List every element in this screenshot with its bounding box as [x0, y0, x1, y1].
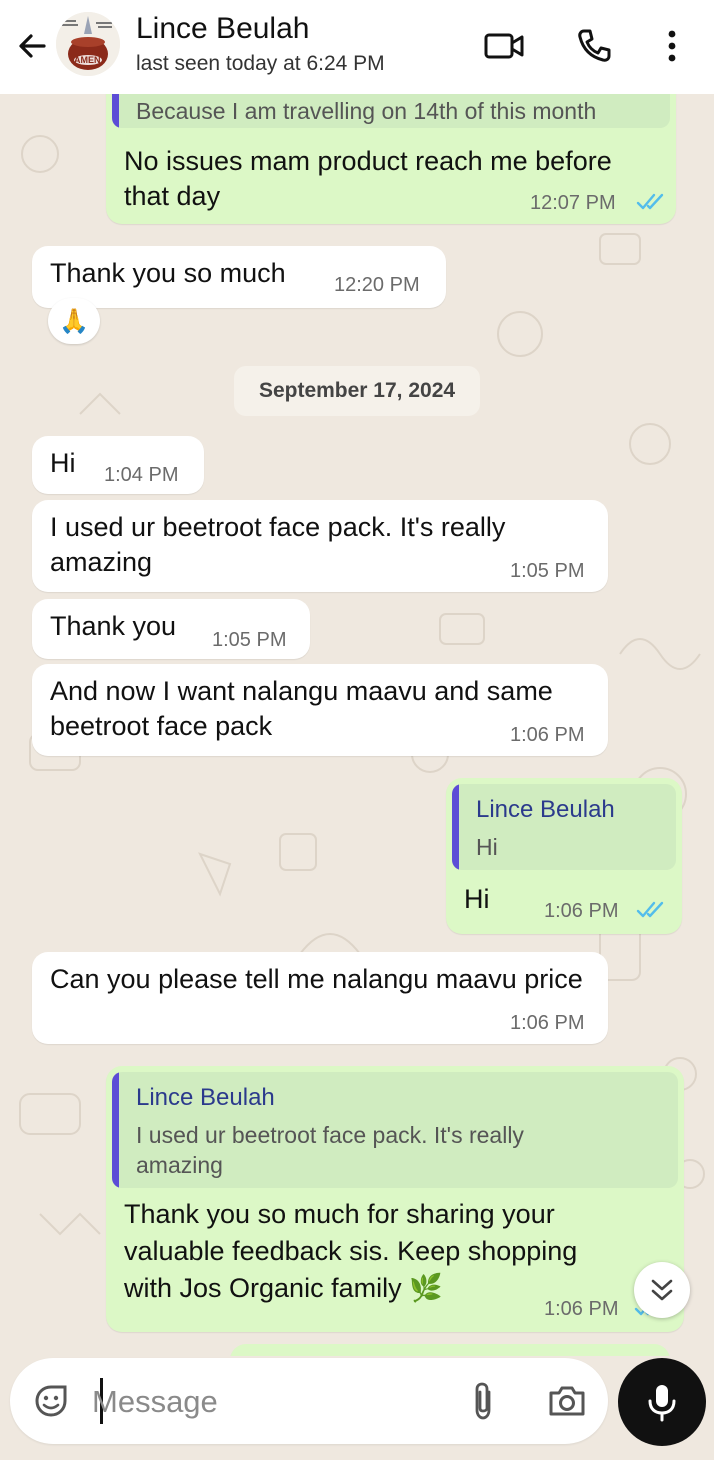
- message-bubble-outgoing-partial: [230, 1344, 670, 1356]
- reaction-badge[interactable]: 🙏: [48, 298, 100, 344]
- message-time: 1:06 PM: [510, 1012, 585, 1034]
- contact-name[interactable]: Lince Beulah: [136, 12, 309, 46]
- message-text: Thank you so much: [50, 258, 286, 288]
- message-time: 1:05 PM: [212, 629, 287, 651]
- message-text: I used ur beetroot face pack. It's reall…: [50, 512, 506, 577]
- message-text: Hi: [50, 448, 76, 478]
- quote-bar: [112, 94, 119, 128]
- double-chevron-down-icon[interactable]: [634, 1262, 690, 1318]
- message-time: 1:06 PM: [510, 724, 585, 746]
- mic-icon[interactable]: [618, 1358, 706, 1446]
- quote-bar: [452, 784, 459, 870]
- message-text: Can you please tell me nalangu maavu pri…: [50, 964, 583, 994]
- message-input[interactable]: [90, 1380, 454, 1424]
- message-time: 12:07 PM: [530, 192, 616, 214]
- read-ticks-icon: [636, 901, 664, 918]
- sticker-icon[interactable]: [28, 1378, 74, 1424]
- phone-icon[interactable]: [572, 24, 616, 68]
- message-text: Hi: [464, 884, 490, 914]
- message-bubble-incoming[interactable]: Can you please tell me nalangu maavu pri…: [32, 952, 608, 1044]
- back-arrow-icon[interactable]: [14, 28, 50, 64]
- message-bubble-incoming[interactable]: I used ur beetroot face pack. It's reall…: [32, 500, 608, 592]
- quoted-sender: Lince Beulah: [136, 1084, 275, 1111]
- message-time: 1:06 PM: [544, 900, 619, 922]
- date-separator: September 17, 2024: [234, 366, 480, 416]
- message-composer: [10, 1358, 608, 1444]
- quoted-text: Hi: [476, 834, 498, 860]
- chat-area: Because I am travelling on 14th of this …: [0, 94, 714, 1356]
- message-time: 1:04 PM: [104, 464, 179, 486]
- message-time: 1:06 PM: [544, 1298, 619, 1320]
- message-bubble-incoming[interactable]: And now I want nalangu maavu and same be…: [32, 664, 608, 756]
- quoted-text: Because I am travelling on 14th of this …: [136, 98, 597, 124]
- message-bubble-outgoing[interactable]: Because I am travelling on 14th of this …: [106, 94, 676, 224]
- message-bubble-outgoing[interactable]: Lince Beulah Hi Hi 1:06 PM: [446, 778, 682, 934]
- message-bubble-outgoing[interactable]: Lince Beulah I used ur beetroot face pac…: [106, 1066, 684, 1332]
- quoted-message[interactable]: Lince Beulah I used ur beetroot face pac…: [112, 1072, 678, 1188]
- more-vert-icon[interactable]: [650, 24, 694, 68]
- message-text: And now I want nalangu maavu and same be…: [50, 676, 553, 741]
- message-text: Thank you: [50, 611, 177, 641]
- chat-header: AMEN Lince Beulah last seen today at 6:2…: [0, 0, 714, 94]
- quoted-text: I used ur beetroot face pack. It's reall…: [136, 1122, 524, 1178]
- message-time: 12:20 PM: [334, 274, 420, 296]
- read-ticks-icon: [636, 193, 664, 210]
- last-seen-status: last seen today at 6:24 PM: [136, 52, 385, 75]
- quoted-message[interactable]: Lince Beulah Hi: [452, 784, 676, 870]
- avatar[interactable]: AMEN: [56, 12, 120, 76]
- quote-bar: [112, 1072, 119, 1188]
- quoted-message[interactable]: Because I am travelling on 14th of this …: [112, 94, 670, 128]
- avatar-caption: AMEN: [74, 55, 101, 65]
- message-bubble-incoming[interactable]: Thank you so much 12:20 PM: [32, 246, 446, 308]
- paperclip-icon[interactable]: [460, 1378, 506, 1424]
- message-time: 1:05 PM: [510, 560, 585, 582]
- message-bubble-incoming[interactable]: Thank you 1:05 PM: [32, 599, 310, 659]
- camera-icon[interactable]: [544, 1378, 590, 1424]
- message-text: Thank you so much for sharing your valua…: [124, 1199, 578, 1303]
- quoted-sender: Lince Beulah: [476, 796, 615, 823]
- video-call-icon[interactable]: [482, 24, 526, 68]
- message-bubble-incoming[interactable]: Hi 1:04 PM: [32, 436, 204, 494]
